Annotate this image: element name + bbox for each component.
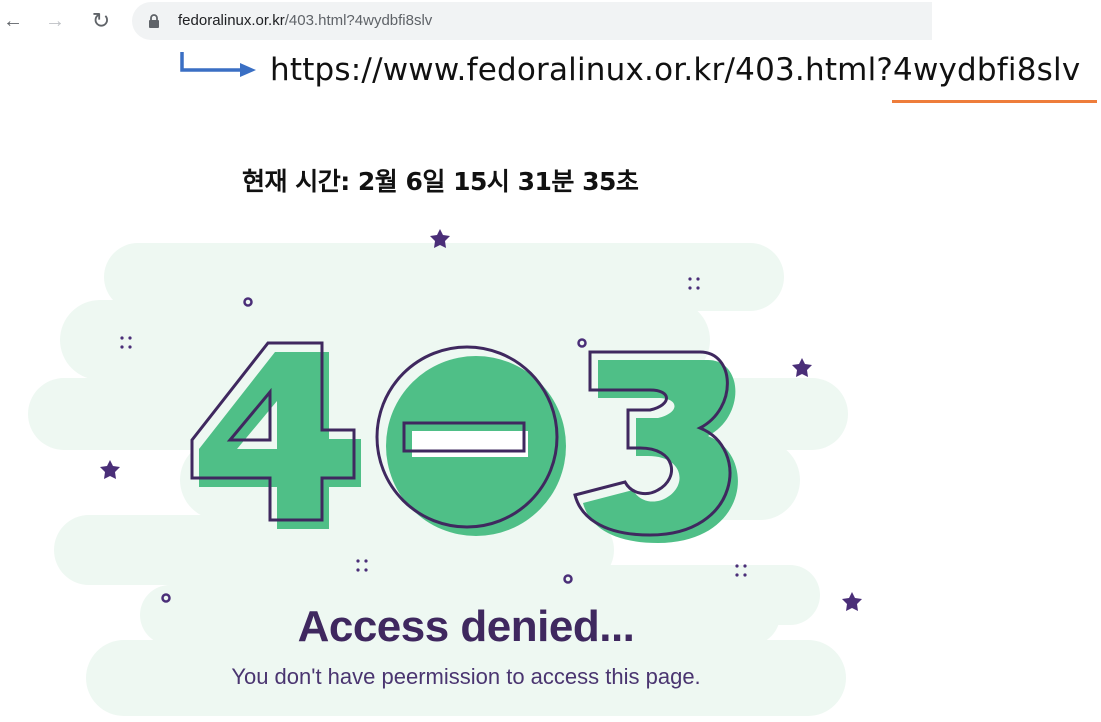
address-bar-url: fedoralinux.or.kr/403.html?4wydbfi8slv: [178, 12, 432, 29]
forward-button[interactable]: →: [42, 8, 68, 34]
back-button[interactable]: ←: [0, 8, 26, 34]
arrow-left-icon: ←: [3, 10, 23, 32]
reload-button[interactable]: ↻: [88, 8, 114, 34]
url-path: /403.html?4wydbfi8slv: [284, 12, 433, 29]
annotation-underline: [892, 100, 1097, 103]
url-host: fedoralinux.or.kr: [178, 12, 285, 29]
address-bar[interactable]: fedoralinux.or.kr/403.html?4wydbfi8slv: [132, 2, 932, 40]
access-denied-message: You don't have peermission to access thi…: [231, 664, 701, 689]
current-time-label: 현재 시간: 2월 6일 15시 31분 35초: [242, 167, 639, 196]
annotation-full-url: https://www.fedoralinux.or.kr/403.html?4…: [270, 52, 1081, 88]
no-entry-bar: [412, 431, 528, 457]
access-denied-title: Access denied...: [297, 602, 635, 651]
arrow-right-icon: →: [45, 10, 65, 32]
lock-icon: [149, 14, 159, 28]
annotation-arrow: [180, 52, 256, 77]
reload-icon: ↻: [91, 8, 111, 33]
